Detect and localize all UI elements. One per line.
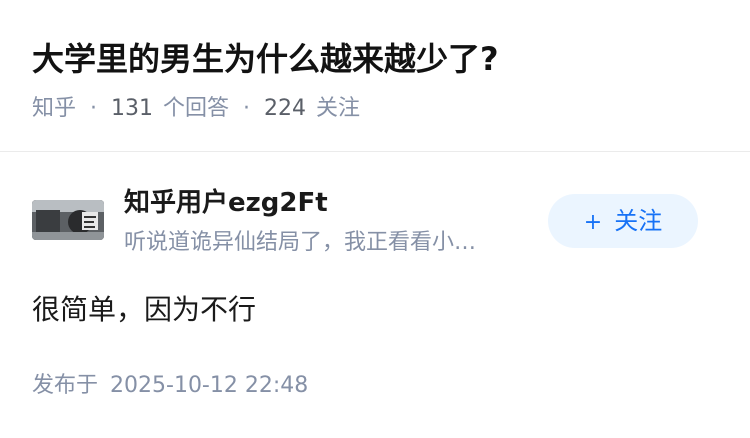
question-title[interactable]: 大学里的男生为什么越来越少了? (32, 36, 499, 82)
source-label[interactable]: 知乎 (32, 94, 76, 124)
avatar[interactable] (32, 200, 104, 240)
plus-icon: + (583, 210, 603, 235)
author-name[interactable]: 知乎用户ezg2Ft (124, 186, 328, 220)
author-bio: 听说道诡异仙结局了，我正看看小… (124, 230, 477, 255)
meta-separator: · (243, 96, 251, 121)
published-time: 2025-10-12 22:48 (110, 373, 309, 398)
user-avatar-image-icon (32, 200, 104, 240)
question-meta: 知乎 · 131 个回答 · 224 关注 (32, 94, 360, 124)
meta-separator: · (90, 96, 98, 121)
follow-button[interactable]: + 关注 (548, 194, 698, 248)
answer-content[interactable]: 很简单，因为不行 (32, 290, 256, 330)
answer-count-label: 个回答 (163, 96, 230, 121)
answer-count: 131 (111, 96, 154, 121)
published-label: 发布于 (32, 373, 99, 398)
follow-button-label: 关注 (614, 207, 663, 235)
answer-author-row: 知乎用户ezg2Ft 听说道诡异仙结局了，我正看看小… + 关注 (32, 180, 718, 260)
answer-publish-time: 发布于 2025-10-12 22:48 (32, 370, 308, 402)
follower-count: 224 (264, 96, 307, 121)
follower-count-label: 关注 (316, 96, 361, 121)
section-divider (0, 151, 750, 152)
